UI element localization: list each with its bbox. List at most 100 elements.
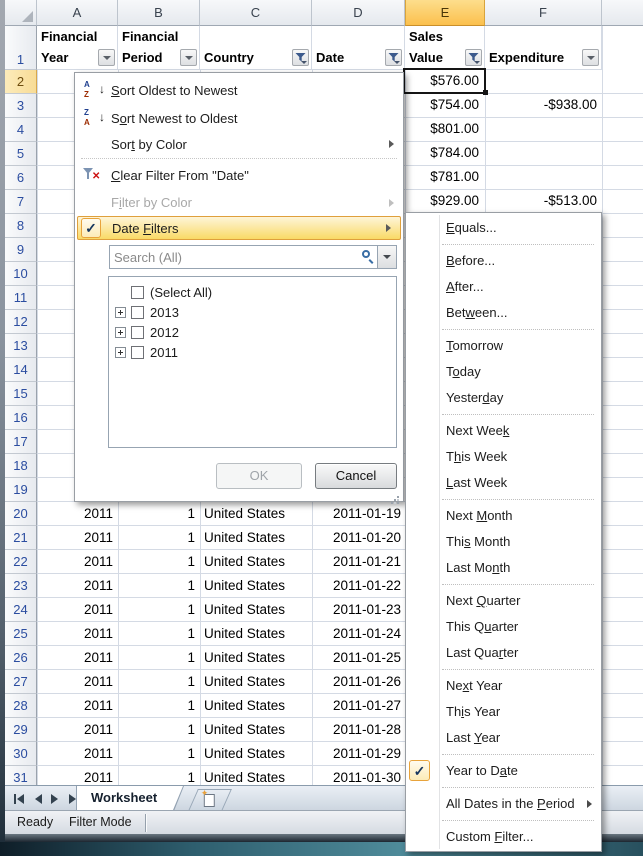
date-cell[interactable]: 2011-01-25: [312, 647, 405, 671]
submenu-item[interactable]: Today: [406, 359, 601, 385]
row-header[interactable]: 14: [5, 358, 37, 382]
financial-period-cell[interactable]: 1: [118, 719, 200, 743]
financial-year-cell[interactable]: 2011: [37, 671, 118, 695]
submenu-item[interactable]: Equals...: [406, 215, 601, 241]
autofilter-dropdown-button[interactable]: [582, 49, 599, 66]
financial-year-cell[interactable]: 2011: [37, 551, 118, 575]
submenu-item[interactable]: This Month: [406, 529, 601, 555]
row-header[interactable]: 2: [5, 70, 37, 94]
autofilter-dropdown-button[interactable]: [98, 49, 115, 66]
row-header[interactable]: 26: [5, 646, 37, 670]
column-header-d[interactable]: D: [312, 0, 405, 26]
financial-year-cell[interactable]: 2011: [37, 575, 118, 599]
column-header-g[interactable]: [602, 0, 643, 26]
date-cell[interactable]: 2011-01-19: [312, 503, 405, 527]
row-header[interactable]: 29: [5, 718, 37, 742]
country-cell[interactable]: United States: [200, 575, 312, 599]
date-cell[interactable]: 2011-01-26: [312, 671, 405, 695]
expander-plus-icon[interactable]: [115, 347, 126, 358]
row-header[interactable]: 9: [5, 238, 37, 262]
row-header[interactable]: 22: [5, 550, 37, 574]
column-header-b[interactable]: B: [118, 0, 200, 26]
row-header-1[interactable]: 1: [5, 26, 37, 70]
financial-period-cell[interactable]: 1: [118, 551, 200, 575]
row-header[interactable]: 5: [5, 142, 37, 166]
menu-item-date-filters[interactable]: ✓ Date Filters: [77, 216, 401, 240]
row-header[interactable]: 28: [5, 694, 37, 718]
previous-sheet-icon[interactable]: [31, 792, 44, 805]
date-cell[interactable]: 2011-01-20: [312, 527, 405, 551]
column-header-a[interactable]: A: [37, 0, 118, 26]
row-header[interactable]: 8: [5, 214, 37, 238]
autofilter-filtered-button[interactable]: [292, 49, 309, 66]
financial-period-cell[interactable]: 1: [118, 575, 200, 599]
cell-e1[interactable]: Sales Value: [405, 26, 485, 70]
date-cell[interactable]: 2011-01-24: [312, 623, 405, 647]
submenu-item[interactable]: Next Month: [406, 503, 601, 529]
cell-b1[interactable]: Financial Period: [118, 26, 200, 70]
next-sheet-icon[interactable]: [49, 792, 62, 805]
expenditure-cell[interactable]: [485, 142, 602, 166]
row-header[interactable]: 30: [5, 742, 37, 766]
checkbox-icon[interactable]: [131, 326, 144, 339]
submenu-item[interactable]: Next Quarter: [406, 588, 601, 614]
country-cell[interactable]: United States: [200, 647, 312, 671]
cell-f1[interactable]: Expenditure: [485, 26, 602, 70]
submenu-item[interactable]: All Dates in the Period: [406, 791, 601, 817]
country-cell[interactable]: United States: [200, 599, 312, 623]
row-header[interactable]: 7: [5, 190, 37, 214]
financial-period-cell[interactable]: 1: [118, 743, 200, 767]
first-sheet-icon[interactable]: [13, 792, 26, 805]
expenditure-cell[interactable]: [485, 166, 602, 190]
date-cell[interactable]: 2011-01-22: [312, 575, 405, 599]
autofilter-filtered-button[interactable]: [465, 49, 482, 66]
row-header[interactable]: 23: [5, 574, 37, 598]
fill-handle[interactable]: [483, 90, 488, 95]
menu-item-clear-filter[interactable]: ✕ Clear Filter From "Date": [75, 162, 403, 189]
financial-period-cell[interactable]: 1: [118, 503, 200, 527]
sales-value-cell[interactable]: $784.00: [405, 142, 485, 166]
tree-item[interactable]: 2011: [109, 342, 396, 362]
row-header[interactable]: 16: [5, 406, 37, 430]
tree-item[interactable]: 2013: [109, 302, 396, 322]
active-cell-border-E2[interactable]: [403, 68, 486, 94]
submenu-item[interactable]: This Week: [406, 444, 601, 470]
row-header[interactable]: 17: [5, 430, 37, 454]
submenu-item[interactable]: Next Year: [406, 673, 601, 699]
submenu-item[interactable]: Next Week: [406, 418, 601, 444]
expenditure-cell[interactable]: [485, 70, 602, 94]
country-cell[interactable]: United States: [200, 551, 312, 575]
cell-c1[interactable]: Country: [200, 26, 312, 70]
menu-item-sort-newest[interactable]: ZA ↓ Sort Newest to Oldest: [75, 104, 403, 132]
resize-grip[interactable]: [389, 488, 399, 498]
submenu-item[interactable]: This Quarter: [406, 614, 601, 640]
search-input[interactable]: [110, 246, 359, 268]
country-cell[interactable]: United States: [200, 527, 312, 551]
tree-item[interactable]: 2012: [109, 322, 396, 342]
submenu-item[interactable]: Year to Date: [406, 758, 601, 784]
financial-period-cell[interactable]: 1: [118, 527, 200, 551]
financial-year-cell[interactable]: 2011: [37, 527, 118, 551]
sales-value-cell[interactable]: $754.00: [405, 94, 485, 118]
financial-period-cell[interactable]: 1: [118, 647, 200, 671]
country-cell[interactable]: United States: [200, 743, 312, 767]
row-header[interactable]: 25: [5, 622, 37, 646]
country-cell[interactable]: United States: [200, 695, 312, 719]
row-header[interactable]: 24: [5, 598, 37, 622]
expander-plus-icon[interactable]: [115, 307, 126, 318]
column-header-c[interactable]: C: [200, 0, 312, 26]
submenu-item[interactable]: Before...: [406, 248, 601, 274]
country-cell[interactable]: United States: [200, 503, 312, 527]
expenditure-cell[interactable]: -$513.00: [485, 190, 602, 214]
cancel-button[interactable]: Cancel: [315, 463, 397, 489]
column-header-f[interactable]: F: [485, 0, 602, 26]
financial-year-cell[interactable]: 2011: [37, 599, 118, 623]
row-header[interactable]: 10: [5, 262, 37, 286]
cell-d1[interactable]: Date: [312, 26, 405, 70]
menu-item-sort-oldest[interactable]: AZ ↓ Sort Oldest to Newest: [75, 76, 403, 104]
sales-value-cell[interactable]: $929.00: [405, 190, 485, 214]
row-header[interactable]: 4: [5, 118, 37, 142]
date-cell[interactable]: 2011-01-21: [312, 551, 405, 575]
financial-year-cell[interactable]: 2011: [37, 623, 118, 647]
submenu-item[interactable]: Last Month: [406, 555, 601, 581]
